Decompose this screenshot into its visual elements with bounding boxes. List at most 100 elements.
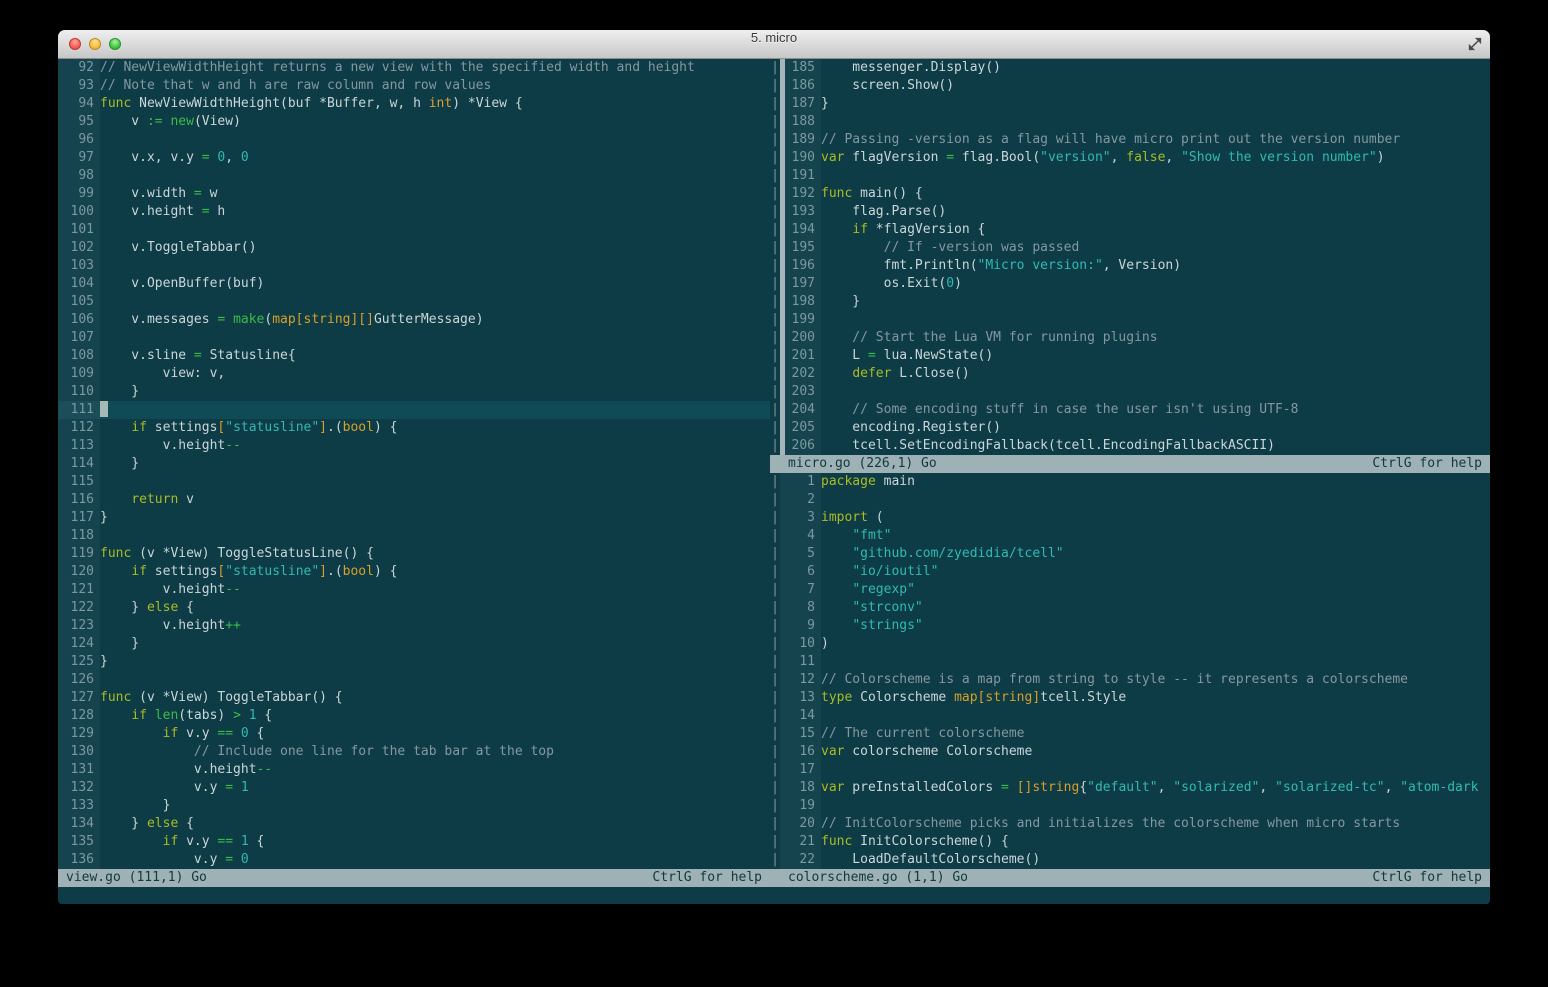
- code-line[interactable]: 109 view: v,: [58, 365, 770, 383]
- code-line[interactable]: 113 v.height--: [58, 437, 770, 455]
- code-line[interactable]: 185 messenger.Display(): [785, 59, 1490, 77]
- code-line[interactable]: 202 defer L.Close(): [785, 365, 1490, 383]
- code-line[interactable]: 130 // Include one line for the tab bar …: [58, 743, 770, 761]
- code-line[interactable]: 13 type Colorscheme map[string]tcell.Styl…: [780, 689, 1490, 707]
- code-line[interactable]: 116 return v: [58, 491, 770, 509]
- code-line[interactable]: 101: [58, 221, 770, 239]
- code-line[interactable]: 11: [780, 653, 1490, 671]
- code-line[interactable]: 199: [785, 311, 1490, 329]
- code-line[interactable]: 114 }: [58, 455, 770, 473]
- code-line[interactable]: 203: [785, 383, 1490, 401]
- code-line[interactable]: 22 LoadDefaultColorscheme(): [780, 851, 1490, 869]
- code-line[interactable]: 16 var colorscheme Colorscheme: [780, 743, 1490, 761]
- code-line[interactable]: 197 os.Exit(0): [785, 275, 1490, 293]
- code-line[interactable]: 102 v.ToggleTabbar(): [58, 239, 770, 257]
- code-line[interactable]: 122 } else {: [58, 599, 770, 617]
- code-line[interactable]: 96: [58, 131, 770, 149]
- code-line[interactable]: 1 package main: [780, 473, 1490, 491]
- code-line[interactable]: 131 v.height--: [58, 761, 770, 779]
- code-line[interactable]: 128 if len(tabs) > 1 {: [58, 707, 770, 725]
- scrollbar[interactable]: [780, 59, 785, 455]
- code-line[interactable]: 94 func NewViewWidthHeight(buf *Buffer, w…: [58, 95, 770, 113]
- code-line[interactable]: 20// InitColorscheme picks and initializ…: [780, 815, 1490, 833]
- code-line[interactable]: 9 "strings": [780, 617, 1490, 635]
- code-area-view-go[interactable]: 92// NewViewWidthHeight returns a new vi…: [58, 59, 770, 869]
- zoom-button[interactable]: [109, 38, 121, 50]
- code-line[interactable]: 21 func InitColorscheme() {: [780, 833, 1490, 851]
- code-line[interactable]: 98: [58, 167, 770, 185]
- code-line[interactable]: 7 "regexp": [780, 581, 1490, 599]
- code-line[interactable]: 121 v.height--: [58, 581, 770, 599]
- code-line[interactable]: 195 // If -version was passed: [785, 239, 1490, 257]
- code-line[interactable]: 129 if v.y == 0 {: [58, 725, 770, 743]
- code-line[interactable]: 19: [780, 797, 1490, 815]
- code-line[interactable]: 124 }: [58, 635, 770, 653]
- code-line[interactable]: 5 "github.com/zyedidia/tcell": [780, 545, 1490, 563]
- code-line[interactable]: 92// NewViewWidthHeight returns a new vi…: [58, 59, 770, 77]
- code-line[interactable]: 132 v.y = 1: [58, 779, 770, 797]
- code-line[interactable]: 6 "io/ioutil": [780, 563, 1490, 581]
- code-line[interactable]: 190 var flagVersion = flag.Bool("version"…: [785, 149, 1490, 167]
- code-line[interactable]: 18 var preInstalledColors = []string{"def…: [780, 779, 1490, 797]
- code-line[interactable]: 191: [785, 167, 1490, 185]
- code-line[interactable]: 123 v.height++: [58, 617, 770, 635]
- code-line[interactable]: 135 if v.y == 1 {: [58, 833, 770, 851]
- code-line[interactable]: 127 func (v *View) ToggleTabbar() {: [58, 689, 770, 707]
- code-line[interactable]: 115: [58, 473, 770, 491]
- code-line[interactable]: 93// Note that w and h are raw column an…: [58, 77, 770, 95]
- code-line[interactable]: 99 v.width = w: [58, 185, 770, 203]
- code-line[interactable]: 2: [780, 491, 1490, 509]
- fullscreen-icon[interactable]: [1468, 37, 1482, 51]
- close-button[interactable]: [69, 38, 81, 50]
- code-line[interactable]: 206 tcell.SetEncodingFallback(tcell.Enco…: [785, 437, 1490, 455]
- code-line[interactable]: 133 }: [58, 797, 770, 815]
- code-line[interactable]: 105: [58, 293, 770, 311]
- code-area-micro-go[interactable]: 185 messenger.Display() 186 screen.Show()…: [780, 59, 1490, 455]
- code-line[interactable]: 125}: [58, 653, 770, 671]
- code-line[interactable]: 106 v.messages = make(map[string][]Gutte…: [58, 311, 770, 329]
- code-line[interactable]: 196 fmt.Println("Micro version:", Versio…: [785, 257, 1490, 275]
- code-line[interactable]: 100 v.height = h: [58, 203, 770, 221]
- code-line[interactable]: 189// Passing -version as a flag will ha…: [785, 131, 1490, 149]
- code-line[interactable]: 120 if settings["statusline"].(bool) {: [58, 563, 770, 581]
- code-line[interactable]: 193 flag.Parse(): [785, 203, 1490, 221]
- code-line[interactable]: 15// The current colorscheme: [780, 725, 1490, 743]
- code-line[interactable]: 192 func main() {: [785, 185, 1490, 203]
- code-line[interactable]: 112 if settings["statusline"].(bool) {: [58, 419, 770, 437]
- code-line[interactable]: 4 "fmt": [780, 527, 1490, 545]
- code-line[interactable]: 204 // Some encoding stuff in case the u…: [785, 401, 1490, 419]
- code-line[interactable]: 119 func (v *View) ToggleStatusLine() {: [58, 545, 770, 563]
- minimize-button[interactable]: [89, 38, 101, 50]
- code-line[interactable]: 3 import (: [780, 509, 1490, 527]
- code-line[interactable]: 95 v := new(View): [58, 113, 770, 131]
- code-line[interactable]: 186 screen.Show(): [785, 77, 1490, 95]
- code-line[interactable]: 17: [780, 761, 1490, 779]
- code-line[interactable]: 111: [58, 401, 770, 419]
- code-line[interactable]: 194 if *flagVersion {: [785, 221, 1490, 239]
- code-line[interactable]: 117}: [58, 509, 770, 527]
- code-line[interactable]: 198 }: [785, 293, 1490, 311]
- code-line[interactable]: 107: [58, 329, 770, 347]
- code-line[interactable]: 188: [785, 113, 1490, 131]
- code-area-colorscheme-go[interactable]: 1 package main 2 3 import (4 "fmt" 5 "github.…: [780, 473, 1490, 869]
- code-line[interactable]: 97 v.x, v.y = 0, 0: [58, 149, 770, 167]
- code-line[interactable]: 103: [58, 257, 770, 275]
- code-line[interactable]: 10): [780, 635, 1490, 653]
- code-line[interactable]: 201 L = lua.NewState(): [785, 347, 1490, 365]
- code-line[interactable]: 134 } else {: [58, 815, 770, 833]
- window-titlebar[interactable]: 5. micro: [58, 30, 1490, 59]
- code-line[interactable]: 108 v.sline = Statusline{: [58, 347, 770, 365]
- code-line[interactable]: 136 v.y = 0: [58, 851, 770, 869]
- code-line[interactable]: 8 "strconv": [780, 599, 1490, 617]
- command-line-row[interactable]: [58, 887, 1490, 904]
- code-line[interactable]: 118: [58, 527, 770, 545]
- code-line[interactable]: 14: [780, 707, 1490, 725]
- code-line[interactable]: 187}: [785, 95, 1490, 113]
- code-line[interactable]: 110 }: [58, 383, 770, 401]
- line-text: }: [100, 654, 108, 669]
- code-line[interactable]: 104 v.OpenBuffer(buf): [58, 275, 770, 293]
- code-line[interactable]: 12// Colorscheme is a map from string to…: [780, 671, 1490, 689]
- code-line[interactable]: 200 // Start the Lua VM for running plug…: [785, 329, 1490, 347]
- code-line[interactable]: 205 encoding.Register(): [785, 419, 1490, 437]
- code-line[interactable]: 126: [58, 671, 770, 689]
